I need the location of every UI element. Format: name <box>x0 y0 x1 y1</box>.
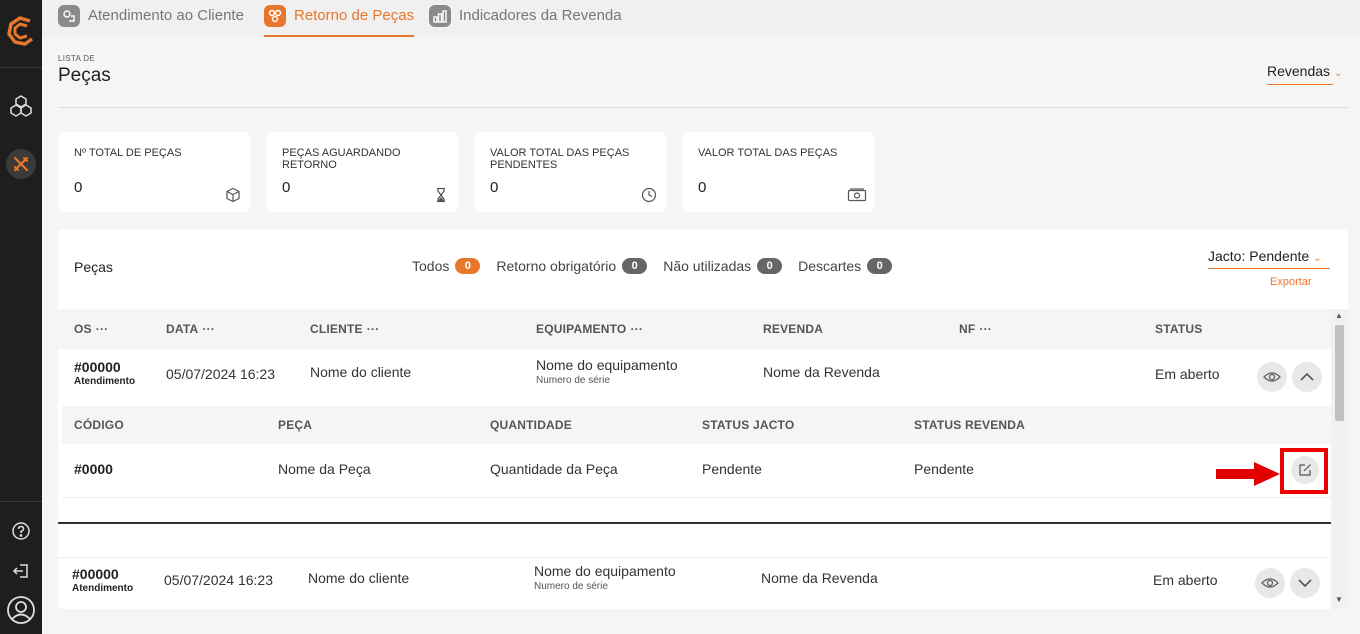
view-button[interactable] <box>1255 568 1285 598</box>
avatar-icon[interactable] <box>6 595 36 625</box>
cube-icon <box>226 187 240 203</box>
filter-tabs: Todos 0 Retorno obrigatório 0 Não utiliz… <box>412 258 908 274</box>
filter-todos[interactable]: Todos 0 <box>412 258 481 274</box>
parts-subtable-header: CÓDIGO PEÇA QUANTIDADE STATUS JACTO STAT… <box>62 406 1331 444</box>
tab-indicadores-revenda[interactable]: Indicadores da Revenda <box>429 5 622 37</box>
tab-atendimento-cliente[interactable]: Atendimento ao Cliente <box>58 5 244 37</box>
scrollbar-thumb[interactable] <box>1335 325 1344 421</box>
column-equipamento[interactable]: EQUIPAMENTO ··· <box>536 322 643 336</box>
export-link[interactable]: Exportar <box>1270 276 1312 288</box>
stat-card-valor-pendentes: VALOR TOTAL DAS PEÇAS PENDENTES 0 <box>474 132 666 212</box>
count-badge: 0 <box>622 258 648 274</box>
hourglass-icon <box>437 187 445 203</box>
headset-icon <box>58 5 80 27</box>
sidebar <box>0 0 42 634</box>
page-subtitle: LISTA DE <box>58 54 95 63</box>
annotation-arrow-icon <box>1216 462 1280 486</box>
chevron-down-icon: ⌄ <box>1334 68 1343 79</box>
header-divider <box>58 107 1348 108</box>
tab-retorno-pecas[interactable]: Retorno de Peças <box>264 5 415 37</box>
bar-chart-icon <box>429 5 451 27</box>
brand-logo-icon[interactable] <box>5 15 37 47</box>
top-navigation: Atendimento ao Cliente Retorno de Peças … <box>42 0 1360 37</box>
stat-card-aguardando-retorno: PEÇAS AGUARDANDO RETORNO 0 <box>266 132 458 212</box>
table-header: OS ··· DATA ··· CLIENTE ··· EQUIPAMENTO ··· … <box>58 309 1331 349</box>
tools-icon[interactable] <box>6 149 36 179</box>
collapse-button[interactable] <box>1292 362 1322 392</box>
jacto-status-dropdown[interactable]: Jacto: Pendente ⌄ <box>1208 248 1330 269</box>
column-status: STATUS <box>1155 322 1203 336</box>
sidebar-divider <box>0 67 42 68</box>
column-nf[interactable]: NF ··· <box>959 322 992 336</box>
page-title: Peças <box>58 65 111 86</box>
filter-nao-utilizadas[interactable]: Não utilizadas 0 <box>663 258 783 274</box>
row-divider <box>58 522 1331 524</box>
table-scrollbar[interactable]: ▲ ▼ <box>1331 309 1348 609</box>
expand-button[interactable] <box>1290 568 1320 598</box>
column-os[interactable]: OS ··· <box>74 322 108 336</box>
filter-descartes[interactable]: Descartes 0 <box>798 258 893 274</box>
logout-icon[interactable] <box>6 556 36 586</box>
money-icon <box>847 188 867 202</box>
column-cliente[interactable]: CLIENTE ··· <box>310 322 379 336</box>
stat-card-total-pecas: Nº TOTAL DE PEÇAS 0 <box>58 132 250 212</box>
chevron-up-icon <box>1300 373 1314 381</box>
panel-title: Peças <box>74 259 113 275</box>
pecas-panel: Peças Todos 0 Retorno obrigatório 0 Não … <box>58 229 1348 609</box>
parts-icon <box>264 5 286 27</box>
help-icon[interactable] <box>6 516 36 546</box>
filter-retorno-obrigatorio[interactable]: Retorno obrigatório 0 <box>496 258 648 274</box>
sidebar-divider <box>0 501 42 502</box>
view-button[interactable] <box>1257 362 1287 392</box>
eye-icon <box>1263 372 1281 382</box>
chevron-down-icon <box>1298 579 1312 587</box>
stat-card-valor-total: VALOR TOTAL DAS PEÇAS 0 <box>682 132 874 212</box>
column-data[interactable]: DATA ··· <box>166 322 215 336</box>
annotation-highlight-box <box>1280 448 1328 494</box>
scroll-up-icon[interactable]: ▲ <box>1335 311 1343 320</box>
clock-icon <box>641 187 657 203</box>
parts-subtable-row: #0000 Nome da Peça Quantidade da Peça Pe… <box>62 444 1331 498</box>
chevron-down-icon: ⌄ <box>1313 253 1322 264</box>
table-row: #00000 Atendimento 05/07/2024 16:23 Nome … <box>58 558 1331 609</box>
table-row: #00000 Atendimento 05/07/2024 16:23 Nome … <box>58 349 1331 406</box>
count-badge: 0 <box>455 258 481 274</box>
eye-icon <box>1261 578 1279 588</box>
revendas-dropdown[interactable]: Revendas ⌄ <box>1267 63 1342 85</box>
column-revenda: REVENDA <box>763 322 824 336</box>
count-badge: 0 <box>757 258 783 274</box>
scroll-down-icon[interactable]: ▼ <box>1335 595 1343 604</box>
count-badge: 0 <box>867 258 893 274</box>
cubes-icon[interactable] <box>6 91 36 121</box>
